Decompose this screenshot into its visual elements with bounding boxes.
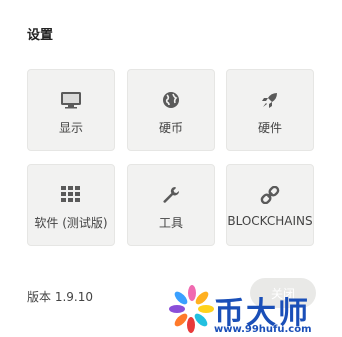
tile-hardware[interactable]: 硬件 bbox=[226, 69, 314, 151]
tile-display[interactable]: 显示 bbox=[27, 69, 115, 151]
tile-label: 工具 bbox=[158, 216, 183, 230]
tile-label: 软件 (测试版) bbox=[34, 216, 108, 230]
globe-icon bbox=[128, 90, 214, 110]
page-title: 设置 bbox=[27, 28, 54, 43]
tile-label: 硬件 bbox=[257, 121, 282, 135]
tile-software[interactable]: 软件 (测试版) bbox=[27, 164, 115, 246]
tile-tools[interactable]: 工具 bbox=[127, 164, 215, 246]
tile-label: BLOCKCHAINS bbox=[227, 214, 313, 228]
tile-label: 显示 bbox=[58, 121, 83, 135]
tile-label: 硬币 bbox=[158, 121, 183, 135]
watermark-url: www.99hufu.com bbox=[214, 324, 312, 335]
tile-blockchains[interactable]: BLOCKCHAINS bbox=[226, 164, 314, 246]
link-icon bbox=[227, 185, 313, 205]
version-text: 版本 1.9.10 bbox=[27, 290, 93, 304]
grid-icon bbox=[28, 185, 114, 205]
tile-coins[interactable]: 硬币 bbox=[127, 69, 215, 151]
wrench-icon bbox=[128, 185, 214, 205]
rocket-icon bbox=[227, 90, 313, 110]
monitor-icon bbox=[28, 90, 114, 110]
